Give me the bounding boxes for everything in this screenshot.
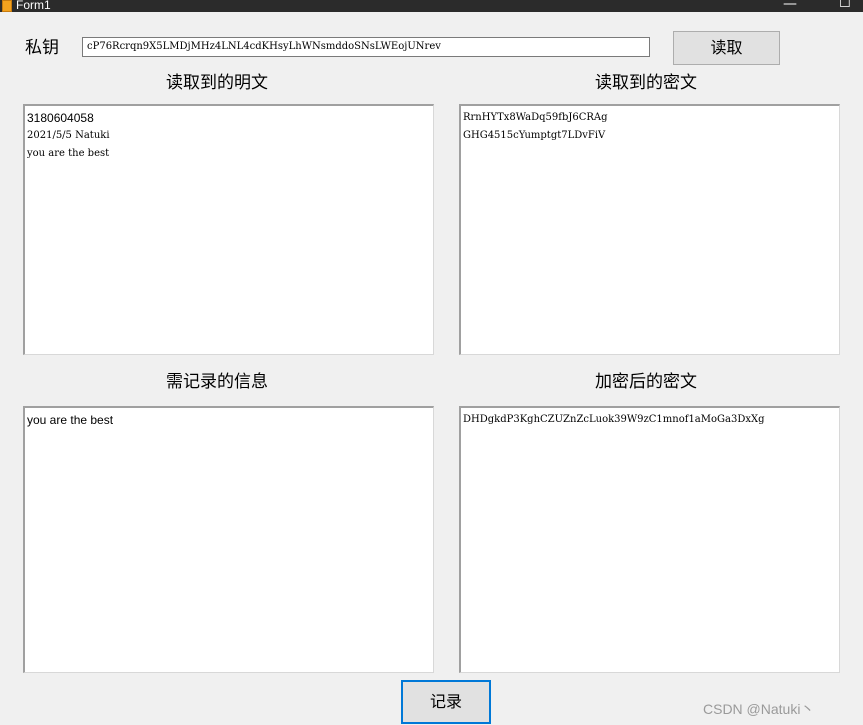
- csdn-watermark: CSDN @Natuki丶: [703, 701, 815, 717]
- private-key-label: 私钥: [25, 38, 59, 58]
- read-button[interactable]: 读取: [673, 31, 780, 65]
- maximize-icon[interactable]: ☐: [839, 0, 851, 11]
- encrypted-text-line: DHDgkdP3KghCZUZnZcLuok39W9zC1mnof1aMoGa3…: [463, 414, 765, 425]
- cipher-text-line: GHG4515cYumptgt7LDvFiV: [463, 130, 606, 141]
- plain-text-line: 2021/5/5 Natuki: [27, 130, 110, 141]
- window-title: Form1: [16, 0, 51, 12]
- plain-text-title: 读取到的明文: [166, 73, 268, 93]
- record-info-title: 需记录的信息: [166, 372, 268, 392]
- cipher-text-box[interactable]: RrnHYTx8WaDq59fbJ6CRAg GHG4515cYumptgt7LD…: [459, 104, 840, 355]
- title-bar[interactable]: Form1 — ☐: [0, 0, 863, 12]
- form-window: Form1 — ☐ 私钥 cP76Rcrqn9X5LMDjMHz4LNL4cdK…: [0, 0, 863, 725]
- form-app-icon: [2, 0, 12, 12]
- minimize-icon[interactable]: —: [783, 0, 797, 12]
- encrypted-text-box[interactable]: DHDgkdP3KghCZUZnZcLuok39W9zC1mnof1aMoGa3…: [459, 406, 840, 673]
- record-button[interactable]: 记录: [401, 680, 491, 724]
- plain-text-line: you are the best: [27, 148, 110, 159]
- record-info-box[interactable]: you are the best: [23, 406, 434, 673]
- cipher-text-title: 读取到的密文: [595, 73, 697, 93]
- plain-text-box[interactable]: 3180604058 2021/5/5 Natuki you are the bes…: [23, 104, 434, 355]
- cipher-text-line: RrnHYTx8WaDq59fbJ6CRAg: [463, 112, 608, 123]
- plain-text-line: 3180604058: [27, 111, 94, 125]
- encrypted-text-title: 加密后的密文: [595, 372, 697, 392]
- record-info-line: you are the best: [27, 413, 114, 427]
- private-key-input[interactable]: cP76Rcrqn9X5LMDjMHz4LNL4cdKHsyLhWNsmddoS…: [82, 37, 650, 57]
